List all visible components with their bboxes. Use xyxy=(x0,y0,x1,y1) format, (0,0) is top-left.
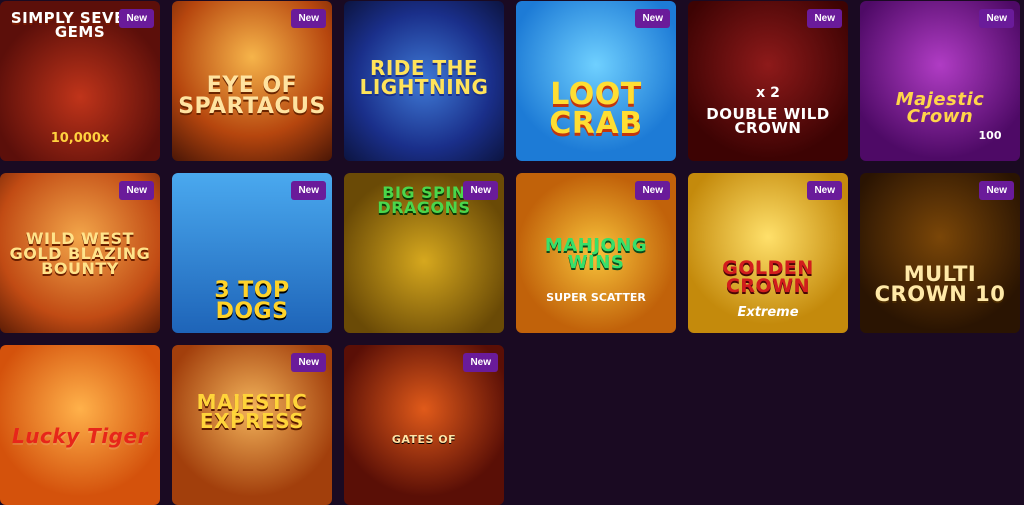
new-badge: New xyxy=(979,9,1014,28)
game-tile-majestic-crown[interactable]: Majestic Crown 100 New xyxy=(860,1,1020,161)
new-badge: New xyxy=(807,181,842,200)
multiplier-label: 100 xyxy=(978,129,1002,142)
new-badge: New xyxy=(119,181,154,200)
game-tile-lucky-tiger[interactable]: Lucky Tiger xyxy=(0,345,160,505)
game-tile-big-spin-dragons[interactable]: BIG SPIN DRAGONS New xyxy=(344,173,504,333)
game-tile-3-top-dogs[interactable]: 3 TOP DOGS New xyxy=(172,173,332,333)
game-tile-eye-of-spartacus[interactable]: EYE OF SPARTACUS New xyxy=(172,1,332,161)
game-title: MAHJONG WINS xyxy=(544,235,648,274)
new-badge: New xyxy=(291,181,326,200)
game-tile-mahjong-wins[interactable]: MAHJONG WINS SUPER SCATTER New xyxy=(516,173,676,333)
game-title: MAJESTIC EXPRESS xyxy=(196,390,308,433)
game-title: DOUBLE WILD CROWN xyxy=(706,105,830,138)
multiplier-label: 10,000x xyxy=(50,131,110,146)
feature-label: SUPER SCATTER xyxy=(546,291,646,304)
game-grid: SIMPLY SEVENS GEMS 10,000x New EYE OF SP… xyxy=(0,0,1024,505)
multiplier-label: x 2 xyxy=(756,85,780,101)
new-badge: New xyxy=(119,9,154,28)
game-title: GOLDEN CROWN xyxy=(722,257,814,298)
new-badge: New xyxy=(291,9,326,28)
game-title: Lucky Tiger xyxy=(12,424,148,448)
new-badge: New xyxy=(463,353,498,372)
new-badge: New xyxy=(291,353,326,372)
game-tile-double-wild-crown[interactable]: x 2 DOUBLE WILD CROWN New xyxy=(688,1,848,161)
game-title: Majestic Crown xyxy=(895,89,985,128)
game-tile-gates-of[interactable]: GATES OF New xyxy=(344,345,504,505)
game-title: LOOT CRAB xyxy=(549,77,643,141)
new-badge: New xyxy=(635,9,670,28)
game-title: RIDE THE LIGHTNING xyxy=(359,56,489,99)
game-title: GATES OF xyxy=(391,433,457,446)
new-badge: New xyxy=(463,181,498,200)
new-badge: New xyxy=(807,9,842,28)
game-tile-golden-crown[interactable]: GOLDEN CROWN Extreme New xyxy=(688,173,848,333)
game-tile-simply-sevens-gems[interactable]: SIMPLY SEVENS GEMS 10,000x New xyxy=(0,1,160,161)
game-tile-loot-crab[interactable]: LOOT CRAB New xyxy=(516,1,676,161)
new-badge: New xyxy=(635,181,670,200)
edition-label: Extreme xyxy=(737,305,799,320)
new-badge: New xyxy=(979,181,1014,200)
game-title: 3 TOP DOGS xyxy=(214,278,290,324)
game-tile-ride-the-lightning[interactable]: RIDE THE LIGHTNING xyxy=(344,1,504,161)
game-tile-wild-west-gold[interactable]: WILD WEST GOLD BLAZING BOUNTY New xyxy=(0,173,160,333)
game-tile-majestic-express[interactable]: MAJESTIC EXPRESS New xyxy=(172,345,332,505)
game-tile-multi-crown-10[interactable]: MULTI CROWN 10 New xyxy=(860,173,1020,333)
game-title: EYE OF SPARTACUS xyxy=(178,73,326,119)
game-title: WILD WEST GOLD BLAZING BOUNTY xyxy=(9,229,151,279)
game-title: MULTI CROWN 10 xyxy=(874,262,1006,306)
